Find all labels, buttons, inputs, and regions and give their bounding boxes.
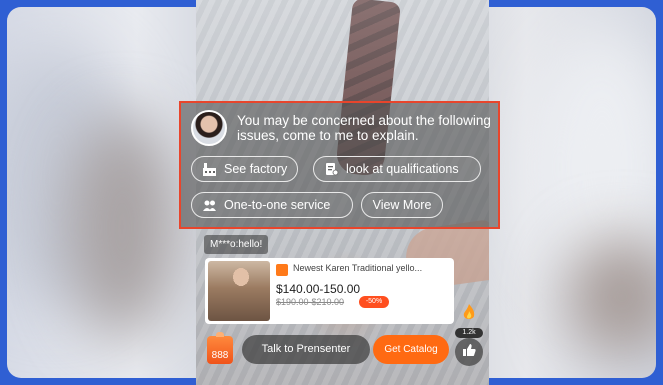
product-card[interactable]: Newest Karen Traditional yello... $140.0… <box>205 258 454 324</box>
certificate-icon <box>324 162 339 177</box>
product-image <box>208 261 270 321</box>
factory-icon <box>202 162 217 177</box>
like-button[interactable] <box>455 338 483 366</box>
flame-icon <box>459 303 479 323</box>
look-at-qualifications-label: look at qualifications <box>346 162 459 176</box>
gift-label: 888 <box>211 350 229 361</box>
like-area: 1.2k <box>454 296 484 366</box>
get-catalog-button[interactable]: Get Catalog <box>373 335 449 364</box>
see-factory-button[interactable]: See factory <box>191 156 299 182</box>
discount-badge: -50% <box>359 296 389 308</box>
presenter-avatar <box>191 110 227 146</box>
shop-icon <box>276 264 288 276</box>
talk-to-presenter-button[interactable]: Talk to Prensenter <box>242 335 370 364</box>
users-icon <box>202 198 217 213</box>
prompt-message: You may be concerned about the following… <box>237 113 491 143</box>
view-more-label: View More <box>372 198 432 212</box>
chat-message: M***o:hello! <box>204 235 269 254</box>
product-title: Newest Karen Traditional yello... <box>293 263 423 273</box>
like-count: 1.2k <box>455 328 483 338</box>
gift-button[interactable]: 888 <box>207 332 233 364</box>
look-at-qualifications-button[interactable]: look at qualifications <box>313 156 481 182</box>
see-factory-label: See factory <box>224 162 288 176</box>
thumbs-up-icon <box>462 343 476 362</box>
one-to-one-service-button[interactable]: One-to-one service <box>191 192 353 218</box>
presenter-prompt-popup: You may be concerned about the following… <box>179 101 500 229</box>
product-original-price: $190.00-$210.00 <box>276 297 345 307</box>
one-to-one-service-label: One-to-one service <box>224 198 331 212</box>
product-price: $140.00-150.00 <box>276 282 361 296</box>
view-more-button[interactable]: View More <box>361 192 443 218</box>
